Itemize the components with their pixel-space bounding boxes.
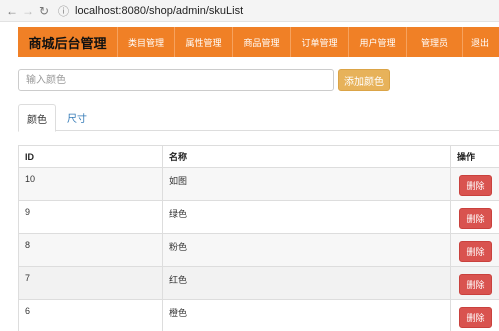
tab-size[interactable]: 尺寸 [66, 104, 88, 131]
nav-item-product[interactable]: 商品管理 [233, 27, 291, 57]
delete-button[interactable]: 删除 [459, 208, 492, 229]
cell-action: 删除 [451, 234, 499, 266]
cell-id: 6 [18, 300, 163, 331]
cell-name: 橙色 [163, 300, 451, 331]
cell-id: 7 [18, 267, 163, 299]
browser-toolbar: ← → ↻ ⓘ localhost:8080/shop/admin/skuLis… [0, 0, 499, 22]
add-color-button[interactable]: 添加颜色 [338, 69, 390, 91]
color-input[interactable] [18, 69, 334, 91]
info-icon: ⓘ [58, 5, 69, 18]
cell-id: 10 [18, 168, 163, 200]
header-action: 操作 [457, 152, 476, 162]
table-row: 9 绿色 删除 [18, 201, 499, 234]
nav-item-user[interactable]: 用户管理 [349, 27, 407, 57]
header-name: 名称 [163, 146, 451, 167]
cell-name: 红色 [163, 267, 451, 299]
back-arrow-icon[interactable]: ← [4, 3, 20, 19]
cell-name: 如图 [163, 168, 451, 200]
address-bar[interactable]: ⓘ localhost:8080/shop/admin/skuList [58, 3, 243, 19]
delete-button[interactable]: 删除 [459, 175, 492, 196]
delete-button[interactable]: 删除 [459, 274, 492, 295]
nav-item-category[interactable]: 类目管理 [118, 27, 175, 57]
cell-action: 删除 [451, 267, 499, 299]
cell-action: 删除 [451, 201, 499, 233]
table-row: 8 粉色 删除 [18, 234, 499, 267]
cell-name: 绿色 [163, 201, 451, 233]
brand-title[interactable]: 商城后台管理 [18, 27, 118, 57]
reload-icon[interactable]: ↻ [36, 3, 52, 19]
address-url: localhost:8080/shop/admin/skuList [75, 4, 244, 17]
delete-button[interactable]: 删除 [459, 307, 492, 328]
table-row: 7 红色 删除 [18, 267, 499, 300]
table-header-row: ID 名称 操作 [18, 146, 499, 168]
cell-id: 8 [18, 234, 163, 266]
table-row: 10 如图 删除 [18, 168, 499, 201]
sku-table: ID 名称 操作 10 如图 删除 9 绿色 删除 8 粉色 删除 7 红色 删… [18, 145, 499, 331]
admin-navbar: 商城后台管理 类目管理 属性管理 商品管理 订单管理 用户管理 管理员 退出 [18, 27, 499, 57]
cell-action: 删除 [451, 168, 499, 200]
table-row: 6 橙色 删除 [18, 300, 499, 331]
nav-item-admin[interactable]: 管理员 [407, 27, 463, 57]
cell-id: 9 [18, 201, 163, 233]
forward-arrow-icon[interactable]: → [20, 3, 36, 19]
tab-bar: 颜色 尺寸 [18, 104, 499, 132]
tab-color[interactable]: 颜色 [18, 104, 56, 132]
nav-item-attribute[interactable]: 属性管理 [175, 27, 233, 57]
nav-item-logout[interactable]: 退出 [463, 27, 499, 57]
delete-button[interactable]: 删除 [459, 241, 492, 262]
cell-name: 粉色 [163, 234, 451, 266]
cell-action: 删除 [451, 300, 499, 331]
nav-item-order[interactable]: 订单管理 [291, 27, 349, 57]
header-id: ID [18, 146, 163, 167]
